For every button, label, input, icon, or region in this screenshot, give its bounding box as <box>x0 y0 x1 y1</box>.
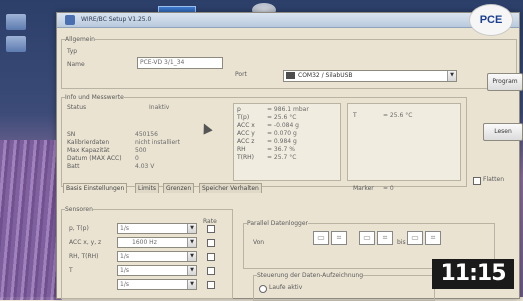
window-title: WIRE/BC Setup V1.25.0 <box>81 16 152 23</box>
date-field[interactable]: ▭ <box>313 231 329 245</box>
sensor-section-label: Sensoren <box>65 206 93 213</box>
battery-value: 4.03 V <box>135 163 155 170</box>
accy-value: = 0.070 g <box>267 130 297 137</box>
sensor-row-label: T <box>69 267 73 274</box>
desktop-shortcut-icon[interactable] <box>6 36 26 52</box>
trh-label: T(RH) <box>237 154 255 161</box>
program-button[interactable]: Program <box>487 73 523 91</box>
time-field[interactable]: ⌗ <box>425 231 441 245</box>
sensor-rate-select[interactable]: 1/s ▼ <box>117 279 197 290</box>
capacity-value: 500 <box>135 147 147 154</box>
sn-label: SN <box>67 131 76 138</box>
interval-section-label: Parallel Datenlogger <box>247 220 309 227</box>
sn-value: 450156 <box>135 131 158 138</box>
marker-value: = 0 <box>383 185 394 192</box>
setup-window: WIRE/BC Setup V1.25.0 Allgemein Typ Name… <box>56 12 523 301</box>
port-select[interactable]: COM32 / SilabUSB ▼ <box>283 70 457 82</box>
chevron-down-icon[interactable]: ▼ <box>187 252 196 261</box>
sensor-rate-value: 1/s <box>120 225 129 232</box>
date-value: 0 <box>135 155 139 162</box>
sensor-row-label: ACC x, y, z <box>69 239 102 246</box>
tab-limits[interactable]: Limits <box>135 183 159 193</box>
interval-start-label: Von <box>253 239 265 246</box>
accz-value: = 0.984 g <box>267 138 297 145</box>
marker-label: Marker <box>353 185 374 192</box>
chevron-down-icon[interactable]: ▼ <box>187 280 196 289</box>
sensor-rate-select[interactable]: 1600 Hz ▼ <box>117 237 197 248</box>
port-label: Port <box>235 71 247 78</box>
flatten-checkbox[interactable] <box>473 177 481 185</box>
info-section-label: Info und Messwerte <box>65 94 124 101</box>
sensor-rate-select[interactable]: 1/s ▼ <box>117 251 197 262</box>
battery-label: Batt <box>67 163 80 170</box>
date-field[interactable]: ▭ <box>407 231 423 245</box>
name-label: Name <box>67 61 85 68</box>
tp-value: = 25.6 °C <box>267 114 297 121</box>
pressure-label: p <box>237 106 241 113</box>
sensor-enable-checkbox[interactable] <box>207 281 215 289</box>
sensor-enable-checkbox[interactable] <box>207 239 215 247</box>
video-timestamp: 11:15 <box>432 259 514 289</box>
sensor-rate-value: 1/s <box>120 267 129 274</box>
time-field[interactable]: ⌗ <box>377 231 393 245</box>
tab-bounds[interactable]: Grenzen <box>163 183 195 193</box>
sensor-rate-select[interactable]: 1/s ▼ <box>117 223 197 234</box>
recording-option-label: Laufe aktiv <box>269 284 303 291</box>
date-label: Datum (MAX ACC) <box>67 155 122 162</box>
t-value: = 25.6 °C <box>383 112 413 119</box>
sensor-row-label: RH, T(RH) <box>69 253 99 260</box>
sensor-rate-value: 1/s <box>120 253 129 260</box>
desktop-wallpaper-image <box>0 140 62 300</box>
accz-label: ACC z <box>237 138 255 145</box>
sensor-row-label: p, T(p) <box>69 225 89 232</box>
sensor-enable-checkbox[interactable] <box>207 267 215 275</box>
type-label: Typ <box>67 48 78 55</box>
status-value: Inaktiv <box>149 104 170 111</box>
rh-label: RH <box>237 146 246 153</box>
rate-label: Rate <box>203 218 217 225</box>
capacity-label: Max Kapazität <box>67 147 110 154</box>
chevron-down-icon[interactable]: ▼ <box>187 224 196 233</box>
sensor-rate-value: 1/s <box>120 281 129 288</box>
sensor-enable-checkbox[interactable] <box>207 225 215 233</box>
usb-icon <box>286 72 295 79</box>
tp-label: T(p) <box>237 114 250 121</box>
accx-label: ACC x <box>237 122 255 129</box>
sensor-rate-select[interactable]: 1/s ▼ <box>117 265 197 276</box>
time-field[interactable]: ⌗ <box>331 231 347 245</box>
pce-logo: PCE <box>469 4 513 36</box>
app-icon <box>65 15 75 25</box>
accy-label: ACC y <box>237 130 255 137</box>
general-section-label: Allgemein <box>65 36 95 43</box>
trh-value: = 25.7 °C <box>267 154 297 161</box>
flatten-label: Flatten <box>483 176 504 183</box>
tab-memory-behavior[interactable]: Speicher Verhalten <box>199 183 262 193</box>
t-label: T <box>353 112 357 119</box>
desktop-shortcut-icon[interactable] <box>6 14 26 30</box>
recording-control-label: Steuerung der Daten-Aufzeichnung <box>257 272 364 279</box>
accx-value: = -0.084 g <box>267 122 299 129</box>
window-titlebar[interactable]: WIRE/BC Setup V1.25.0 <box>57 13 519 28</box>
chevron-down-icon[interactable]: ▼ <box>187 266 196 275</box>
sensor-rate-value: 1600 Hz <box>132 239 157 246</box>
chevron-down-icon[interactable]: ▼ <box>447 71 456 81</box>
calibration-label: Kalibrierdaten <box>67 139 110 146</box>
interval-end-label: bis <box>397 239 406 246</box>
name-input-value: PCE-VD 3/1_34 <box>140 59 185 66</box>
recording-option-radio[interactable] <box>259 285 267 293</box>
calibration-value: nicht installiert <box>135 139 180 146</box>
read-button[interactable]: Lesen <box>483 123 523 141</box>
date-field[interactable]: ▭ <box>359 231 375 245</box>
sensor-enable-checkbox[interactable] <box>207 253 215 261</box>
name-input[interactable]: PCE-VD 3/1_34 <box>137 57 223 69</box>
rh-value: = 36.7 % <box>267 146 295 153</box>
chevron-down-icon[interactable]: ▼ <box>187 238 196 247</box>
status-label: Status <box>67 104 87 111</box>
tab-basic-settings[interactable]: Basis Einstellungen <box>63 183 128 193</box>
pressure-value: = 986.1 mbar <box>267 106 309 113</box>
port-select-value: COM32 / SilabUSB <box>298 72 353 79</box>
